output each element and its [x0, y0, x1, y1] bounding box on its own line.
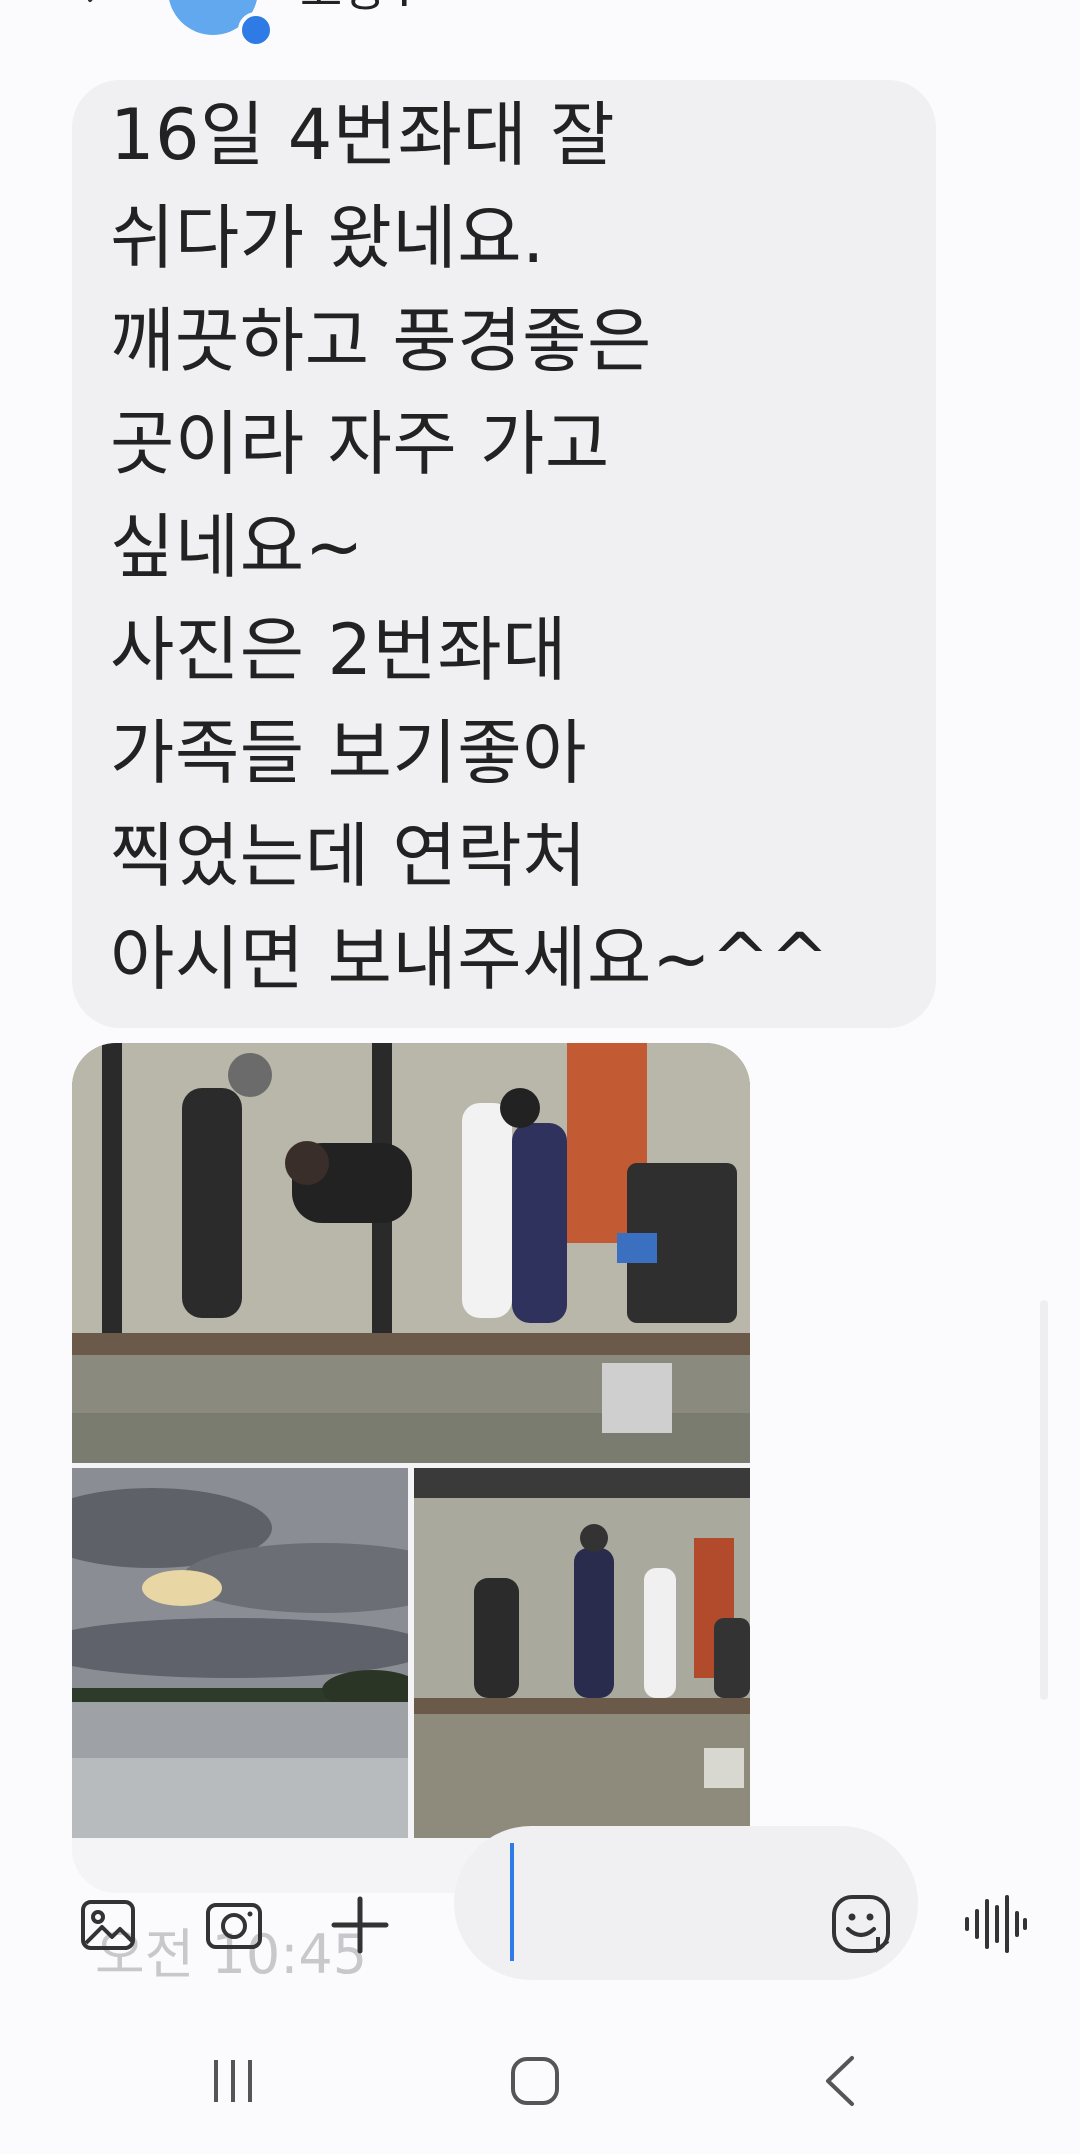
voice-input-icon[interactable]: [962, 1893, 1028, 1955]
back-icon[interactable]: [820, 2054, 860, 2108]
scrollbar[interactable]: [1040, 1300, 1048, 1700]
recents-icon[interactable]: [208, 2056, 258, 2106]
plus-icon[interactable]: [330, 1895, 390, 1955]
message-bubble[interactable]: 16일 4번좌대 잘 쉬다가 왔네요. 깨끗하고 풍경좋은 곳이라 자주 가고 …: [72, 80, 936, 1028]
photo-attachment-grid[interactable]: [72, 1043, 750, 1893]
back-arrow-icon[interactable]: [78, 0, 118, 20]
photo-family-fishing[interactable]: [72, 1043, 750, 1463]
text-cursor: [510, 1843, 514, 1961]
conversation-header: 고정4: [0, 0, 1080, 48]
more-options-icon[interactable]: [968, 0, 998, 10]
photo-cloudy-lake[interactable]: [72, 1468, 408, 1838]
message-text: 16일 4번좌대 잘 쉬다가 왔네요. 깨끗하고 풍경좋은 곳이라 자주 가고 …: [110, 94, 830, 1000]
chat-badge-icon: [238, 12, 274, 48]
contact-name[interactable]: 고정4: [300, 0, 414, 20]
home-icon[interactable]: [510, 2056, 560, 2106]
camera-icon[interactable]: [204, 1895, 264, 1955]
photo-family-wide[interactable]: [414, 1468, 750, 1838]
gallery-icon[interactable]: [78, 1895, 138, 1955]
emoji-sticker-icon[interactable]: [830, 1893, 892, 1955]
